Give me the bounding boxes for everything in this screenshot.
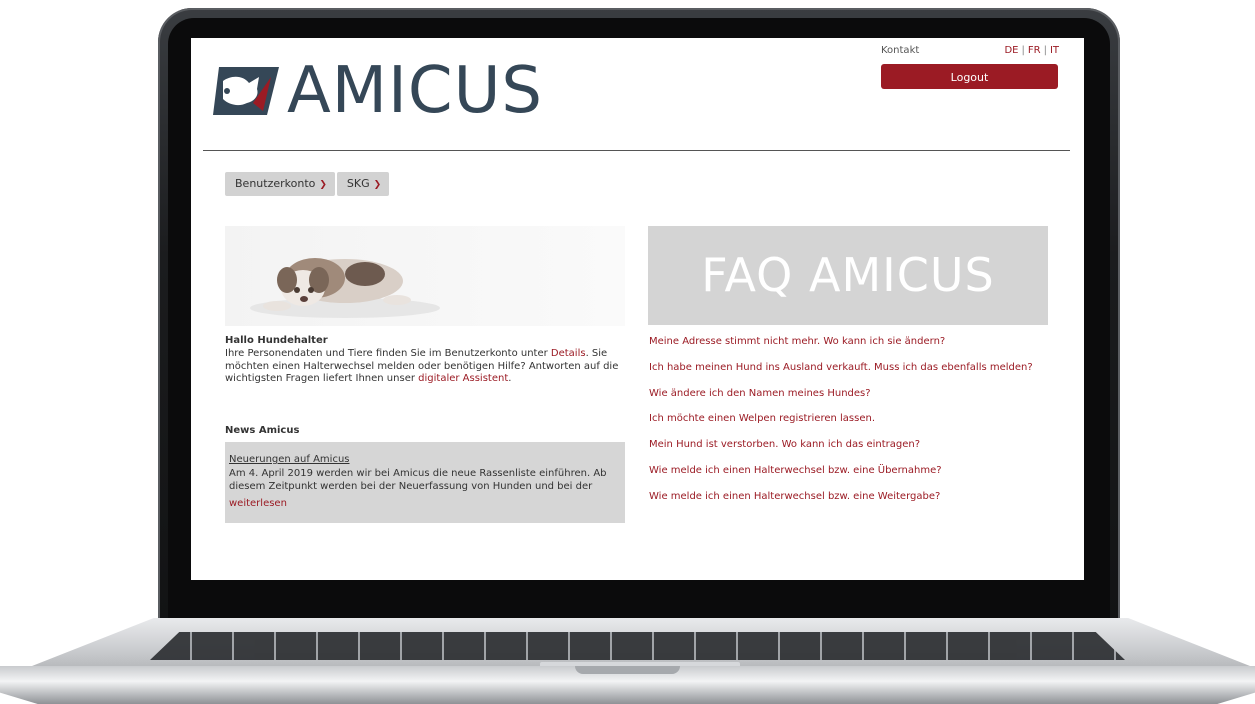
faq-item[interactable]: Wie melde ich einen Halterwechsel bzw. e… [649,465,1033,491]
contact-link[interactable]: Kontakt [881,45,919,56]
menu-skg[interactable]: SKG ❯ [336,172,390,196]
read-more-link[interactable]: weiterlesen [229,498,287,509]
chevron-down-icon: ❯ [373,180,382,190]
main-menu: Benutzerkonto ❯ SKG ❯ [225,172,390,196]
faq-item[interactable]: Mein Hund ist verstorben. Wo kann ich da… [649,439,1033,465]
faq-item[interactable]: Wie ändere ich den Namen meines Hundes? [649,388,1033,414]
logo-text: AMICUS [287,54,544,128]
browser-screen: Kontakt DE | FR | IT Logout AMICUS Benutzerk… [191,38,1084,580]
faq-list: Meine Adresse stimmt nicht mehr. Wo kann… [649,336,1033,517]
dog-logo-icon [213,67,279,115]
laptop-keyboard [150,632,1125,660]
lang-de-link[interactable]: DE [1004,45,1018,56]
lang-fr-link[interactable]: FR [1028,45,1041,56]
faq-banner: FAQ AMICUS [648,226,1048,325]
news-text: Am 4. April 2019 werden wir bei Amicus d… [229,468,607,492]
greeting-text-part: Ihre Personendaten und Tiere finden Sie … [225,348,551,359]
greeting-text: Ihre Personendaten und Tiere finden Sie … [225,348,620,386]
faq-item[interactable]: Wie melde ich einen Halterwechsel bzw. e… [649,491,1033,517]
faq-item[interactable]: Ich habe meinen Hund ins Ausland verkauf… [649,362,1033,388]
news-title: News Amicus [225,425,300,436]
laptop-notch [575,666,680,674]
menu-label: SKG [346,177,370,190]
chevron-down-icon: ❯ [319,180,327,190]
language-switcher: DE | FR | IT [1004,45,1059,56]
faq-item[interactable]: Meine Adresse stimmt nicht mehr. Wo kann… [649,336,1033,362]
dog-illustration [250,258,440,318]
digital-assistant-link[interactable]: digitaler Assistent [418,373,508,384]
news-box: Neuerungen auf Amicus Am 4. April 2019 w… [225,442,625,523]
greeting-text-part: . [508,373,512,384]
logout-button[interactable]: Logout [881,64,1058,89]
menu-benutzerkonto[interactable]: Benutzerkonto ❯ [225,172,335,196]
details-link[interactable]: Details [551,348,586,359]
greeting-title: Hallo Hundehalter [225,335,328,346]
news-headline-link[interactable]: Neuerungen auf Amicus [229,454,350,465]
amicus-logo[interactable]: AMICUS [213,54,544,128]
lang-it-link[interactable]: IT [1050,45,1059,56]
header-divider [203,150,1070,151]
faq-item[interactable]: Ich möchte einen Welpen registrieren las… [649,413,1033,439]
menu-label: Benutzerkonto [235,177,316,190]
dog-hero-image [225,226,625,326]
